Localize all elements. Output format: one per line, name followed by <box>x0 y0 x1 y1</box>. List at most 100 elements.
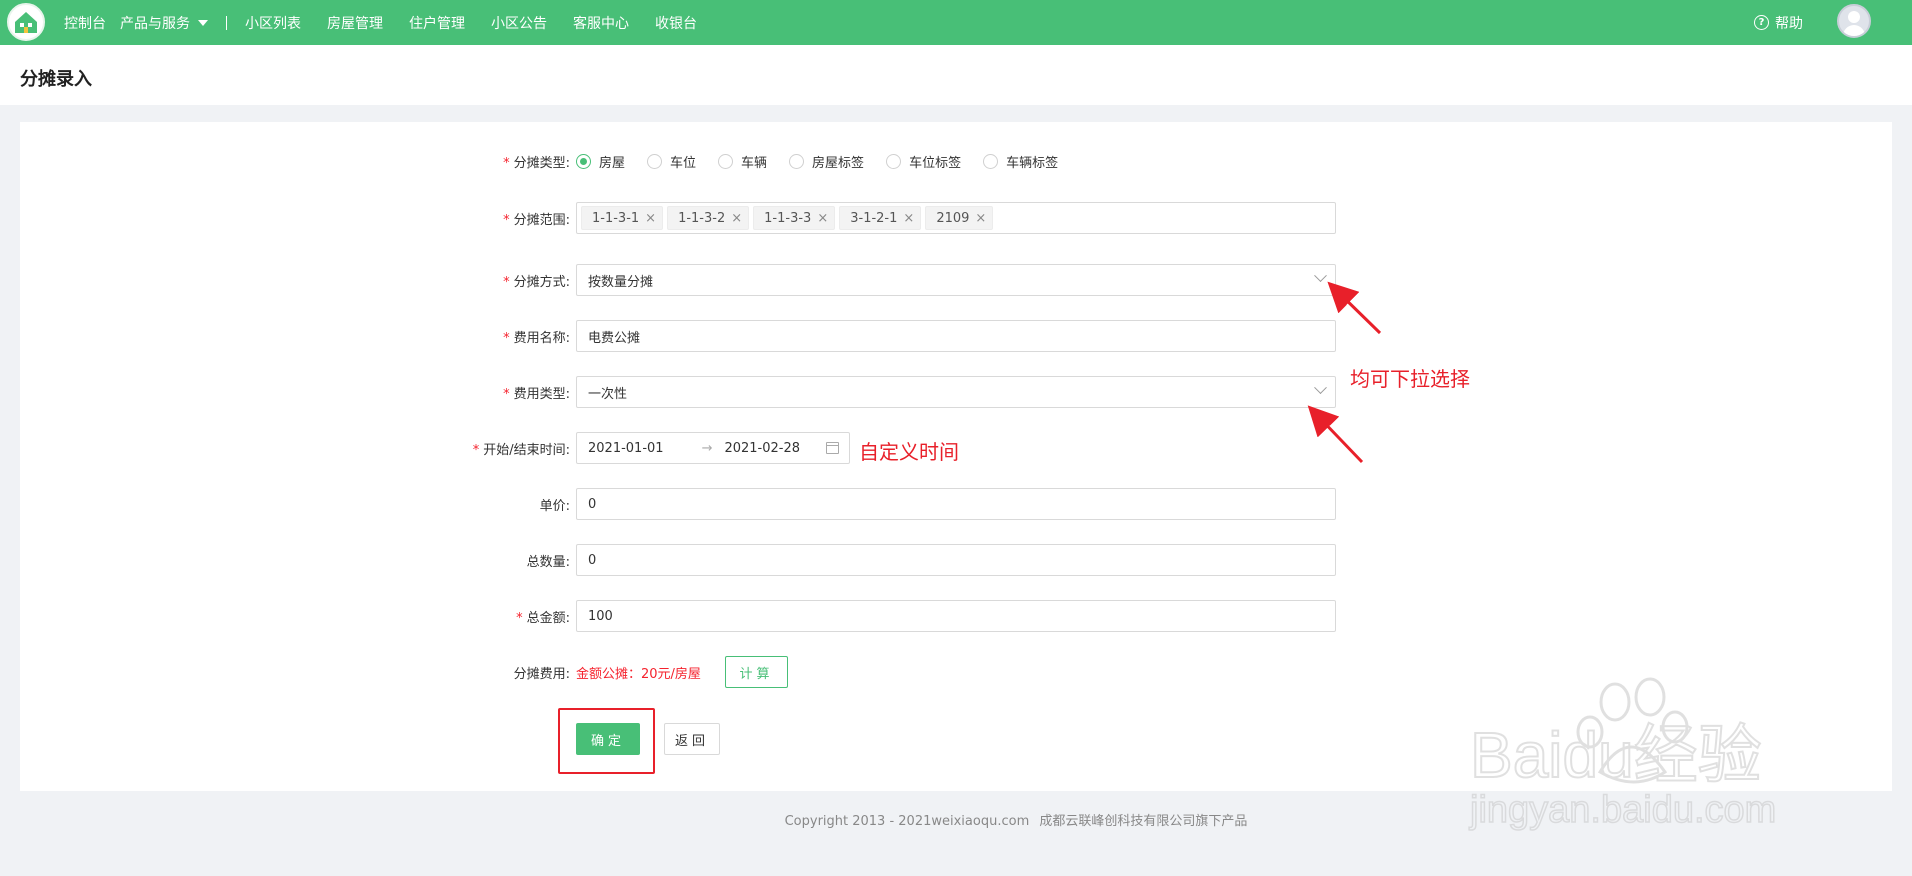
main-nav: 控制台 产品与服务 小区列表 房屋管理 住户管理 小区公告 客服中心 收银台 <box>64 0 723 45</box>
help-label: 帮助 <box>1775 15 1803 32</box>
nav-resident-management[interactable]: 住户管理 <box>409 13 465 33</box>
question-icon: ? <box>1754 15 1769 30</box>
tag-text: 2109 <box>936 210 970 226</box>
unit-price-label: 单价: <box>539 498 570 514</box>
date-range-picker[interactable]: 2021-01-01 → 2021-02-28 <box>576 432 850 464</box>
allocation-fee-result: 金额公摊：20元/房屋 <box>576 666 701 682</box>
help-link[interactable]: ? 帮助 <box>1754 0 1803 45</box>
back-button[interactable]: 返回 <box>664 723 720 755</box>
time-annotation: 自定义时间 <box>859 440 959 464</box>
input-value: 电费公摊 <box>588 330 641 346</box>
page-title: 分摊录入 <box>20 69 92 90</box>
nav-products-dropdown[interactable]: 产品与服务 <box>120 13 208 33</box>
dropdown-annotation: 均可下拉选择 <box>1350 367 1470 391</box>
house-logo-icon <box>15 12 37 33</box>
unit-price-input[interactable]: 0 <box>576 488 1336 520</box>
calendar-icon <box>826 442 839 454</box>
nav-house-management[interactable]: 房屋管理 <box>327 13 383 33</box>
radio-house[interactable]: 房屋 <box>576 152 625 171</box>
allocation-method-select[interactable]: 按数量分摊 <box>576 264 1336 296</box>
row-allocation-type: * 分摊类型: 房屋 车位 车辆 房屋标签 车位标签 车辆标签 <box>0 151 1912 171</box>
arrow-right-icon: → <box>701 440 713 456</box>
footer-company: 成都云联峰创科技有限公司旗下产品 <box>1039 814 1248 829</box>
confirm-button[interactable]: 确定 <box>576 723 640 755</box>
close-icon[interactable]: × <box>975 211 986 226</box>
row-fee-name: * 费用名称: 电费公摊 <box>0 320 1912 352</box>
scope-tag: 1-1-3-3 × <box>753 206 836 230</box>
radio-vehicle-tag[interactable]: 车辆标签 <box>983 152 1058 171</box>
input-value: 100 <box>588 608 613 624</box>
scope-tag: 2109 × <box>925 206 994 230</box>
allocation-scope-multiselect[interactable]: 1-1-3-1 × 1-1-3-2 × 1-1-3-3 × 3-1-2-1 × 2109… <box>576 202 1336 234</box>
input-value: 0 <box>588 552 597 568</box>
radio-dot <box>886 153 902 169</box>
date-range-label: * 开始/结束时间: <box>472 442 570 458</box>
page-header: 分摊录入 <box>0 45 1912 105</box>
radio-label: 车辆 <box>741 155 768 171</box>
nav-service-center[interactable]: 客服中心 <box>573 13 629 33</box>
fee-type-label: * 费用类型: <box>503 386 570 402</box>
avatar-body <box>1843 25 1865 36</box>
row-total-quantity: 总数量: 0 <box>0 544 1912 576</box>
radio-label: 车位 <box>670 155 697 171</box>
tag-text: 1-1-3-1 <box>592 210 640 226</box>
fee-name-label: * 费用名称: <box>503 330 570 346</box>
end-date[interactable]: 2021-02-28 <box>724 441 800 456</box>
row-allocation-scope: * 分摊范围: 1-1-3-1 × 1-1-3-2 × 1-1-3-3 × 3-1-2-… <box>0 202 1912 234</box>
radio-label: 车辆标签 <box>1006 155 1059 171</box>
total-amount-input[interactable]: 100 <box>576 600 1336 632</box>
app-logo[interactable] <box>7 3 45 41</box>
total-quantity-input[interactable]: 0 <box>576 544 1336 576</box>
close-icon[interactable]: × <box>817 211 828 226</box>
nav-divider <box>226 15 227 30</box>
allocation-scope-label: * 分摊范围: <box>503 212 570 228</box>
radio-vehicle[interactable]: 车辆 <box>718 152 767 171</box>
scope-tag: 1-1-3-2 × <box>667 206 750 230</box>
allocation-fee-label: 分摊费用: <box>513 666 570 682</box>
nav-console[interactable]: 控制台 <box>64 13 106 33</box>
radio-parking[interactable]: 车位 <box>647 152 696 171</box>
nav-community-notice[interactable]: 小区公告 <box>491 13 547 33</box>
scope-tag: 3-1-2-1 × <box>839 206 922 230</box>
select-value: 一次性 <box>588 386 628 402</box>
start-date[interactable]: 2021-01-01 <box>588 441 664 456</box>
radio-label: 房屋标签 <box>812 155 865 171</box>
total-quantity-label: 总数量: <box>526 554 570 570</box>
radio-dot <box>718 153 734 169</box>
radio-label: 房屋 <box>599 155 626 171</box>
radio-parking-tag[interactable]: 车位标签 <box>886 152 961 171</box>
close-icon[interactable]: × <box>645 211 656 226</box>
allocation-type-label: * 分摊类型: <box>503 155 570 171</box>
tag-text: 1-1-3-2 <box>678 210 726 226</box>
baidu-watermark: Baidu经验 jingyan.baidu.com <box>1468 677 1777 832</box>
user-avatar[interactable] <box>1837 4 1871 38</box>
nav-community-list[interactable]: 小区列表 <box>245 13 301 33</box>
radio-dot <box>789 153 805 169</box>
watermark-brand: Baidu经验 <box>1470 719 1762 791</box>
caret-down-icon <box>198 19 208 26</box>
row-unit-price: 单价: 0 <box>0 488 1912 520</box>
tag-text: 1-1-3-3 <box>764 210 812 226</box>
footer-copyright: Copyright 2013 - 2021weixiaoqu.com <box>784 814 1030 829</box>
row-allocation-method: * 分摊方式: 按数量分摊 <box>0 264 1912 296</box>
total-amount-label: * 总金额: <box>516 610 570 626</box>
calculate-button[interactable]: 计算 <box>725 656 788 688</box>
radio-house-tag[interactable]: 房屋标签 <box>789 152 864 171</box>
radio-dot <box>983 153 999 169</box>
fee-name-input[interactable]: 电费公摊 <box>576 320 1336 352</box>
row-total-amount: * 总金额: 100 <box>0 600 1912 632</box>
allocation-method-label: * 分摊方式: <box>503 274 570 290</box>
row-fee-type: * 费用类型: 一次性 <box>0 376 1912 408</box>
tag-text: 3-1-2-1 <box>850 210 898 226</box>
nav-products-label: 产品与服务 <box>120 15 190 32</box>
allocation-type-radio-group: 房屋 车位 车辆 房屋标签 车位标签 车辆标签 <box>576 152 1080 171</box>
watermark-url: jingyan.baidu.com <box>1469 789 1776 831</box>
radio-dot <box>576 153 591 169</box>
close-icon[interactable]: × <box>731 211 742 226</box>
select-value: 按数量分摊 <box>588 274 654 290</box>
scope-tag: 1-1-3-1 × <box>581 206 664 230</box>
close-icon[interactable]: × <box>903 211 914 226</box>
radio-label: 车位标签 <box>909 155 962 171</box>
fee-type-select[interactable]: 一次性 <box>576 376 1336 408</box>
nav-cashier[interactable]: 收银台 <box>655 13 697 33</box>
